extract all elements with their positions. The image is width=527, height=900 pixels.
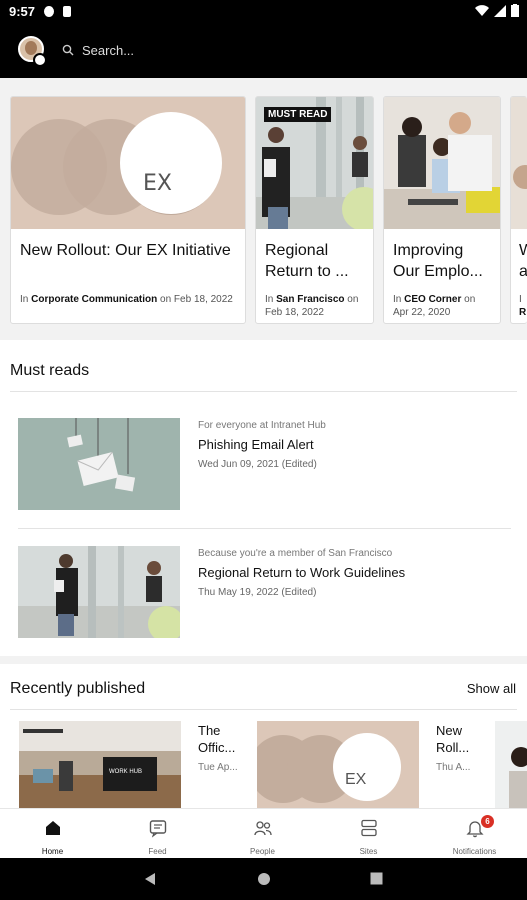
home-button-icon[interactable]: [257, 872, 271, 886]
nav-label: Sites: [359, 847, 378, 856]
nav-label: Home: [41, 847, 64, 856]
wifi-icon: [475, 4, 489, 16]
nav-label: Feed: [148, 847, 167, 856]
featured-card[interactable]: W a IR: [510, 96, 527, 324]
status-time: 9:57: [9, 4, 36, 19]
item-thumbnail[interactable]: EX: [257, 721, 419, 811]
card-meta: In CEO Corner on Apr 22, 2020: [393, 294, 476, 318]
must-read-badge: MUST READ: [264, 107, 332, 122]
card-title: Regional Return to ...: [265, 242, 349, 280]
divider: [10, 709, 517, 710]
item-date: Thu May 19, 2022 (Edited): [198, 587, 317, 598]
search-bar[interactable]: Search...: [62, 39, 482, 61]
status-bar: 9:57: [0, 0, 527, 24]
card-title: Improving Our Emplo...: [393, 242, 483, 280]
sign-text: WORK HUB: [109, 769, 142, 775]
recent-item-text[interactable]: New Roll... Thu A...: [436, 722, 480, 776]
recents-icon[interactable]: [370, 872, 383, 885]
nav-sites[interactable]: Sites: [316, 809, 421, 859]
card-image-text: EX: [143, 171, 172, 196]
nav-label: Notifications: [452, 847, 497, 856]
back-icon[interactable]: [143, 872, 157, 886]
featured-carousel: EX New Rollout: Our EX Initiative In Cor…: [0, 78, 527, 340]
card-image: EX: [11, 97, 245, 229]
nav-people[interactable]: People: [210, 809, 315, 859]
feed-icon: [149, 820, 166, 838]
item-title: Phishing Email Alert: [198, 437, 314, 452]
item-date: Thu A...: [436, 762, 471, 773]
card-image: MUST READ: [256, 97, 373, 229]
search-icon: [62, 44, 74, 56]
app-header: Search...: [0, 24, 527, 78]
system-nav-bar: [0, 858, 527, 900]
divider: [10, 391, 517, 392]
section-gap: [0, 656, 527, 664]
featured-card[interactable]: EX New Rollout: Our EX Initiative In Cor…: [10, 96, 246, 324]
card-meta: In Corporate Communication on Feb 18, 20…: [20, 294, 233, 305]
card-image: [384, 97, 500, 229]
search-input[interactable]: Search...: [82, 43, 134, 58]
bottom-nav: Home Feed People Sites 6 Notifications: [0, 808, 527, 858]
divider: [18, 528, 511, 529]
item-thumbnail[interactable]: WORK HUB: [19, 721, 181, 811]
item-thumbnail[interactable]: [495, 721, 527, 811]
sites-icon: [360, 819, 377, 837]
item-thumbnail: [18, 418, 180, 510]
item-title: The Offic...: [198, 723, 236, 755]
item-title: Regional Return to Work Guidelines: [198, 565, 406, 580]
card-title: New Rollout: Our EX Initiative: [20, 242, 231, 259]
nav-home[interactable]: Home: [0, 809, 105, 859]
recent-item-text[interactable]: The Offic... Tue Ap...: [198, 722, 248, 776]
card-image: [511, 97, 527, 229]
sim-icon: [63, 6, 71, 17]
must-reads-section: Must reads For everyone at Intranet Hub …: [0, 348, 527, 656]
nav-label: People: [250, 847, 275, 856]
item-title: New Roll...: [436, 723, 470, 755]
home-icon: [45, 821, 60, 835]
item-date: Wed Jun 09, 2021 (Edited): [198, 459, 317, 470]
google-icon: [44, 6, 54, 17]
card-image-text: EX: [345, 771, 367, 788]
battery-icon: [511, 4, 519, 17]
featured-card[interactable]: Improving Our Emplo... In CEO Corner on …: [383, 96, 501, 324]
nav-feed[interactable]: Feed: [105, 809, 210, 859]
item-context: Because you're a member of San Francisco: [198, 548, 393, 559]
item-date: Tue Ap...: [198, 762, 238, 773]
show-all-link[interactable]: Show all: [467, 681, 516, 696]
account-badge-icon: [33, 53, 47, 67]
people-icon: [253, 821, 272, 836]
section-title: Recently published: [10, 680, 146, 697]
nav-notifications[interactable]: 6 Notifications: [422, 809, 527, 859]
card-meta: In San Francisco on Feb 18, 2022: [265, 294, 359, 318]
recently-published-section: Recently published Show all WORK HUB The…: [0, 664, 527, 811]
item-thumbnail: [18, 546, 180, 638]
status-icons: [475, 4, 519, 17]
featured-card[interactable]: MUST READ Regional Return to ... In San …: [255, 96, 374, 324]
notification-count-badge: 6: [481, 815, 494, 828]
item-context: For everyone at Intranet Hub: [198, 420, 326, 431]
section-title: Must reads: [10, 362, 90, 379]
signal-icon: [494, 4, 506, 17]
list-item[interactable]: For everyone at Intranet Hub Phishing Em…: [18, 418, 511, 510]
list-item[interactable]: Because you're a member of San Francisco…: [18, 546, 511, 638]
